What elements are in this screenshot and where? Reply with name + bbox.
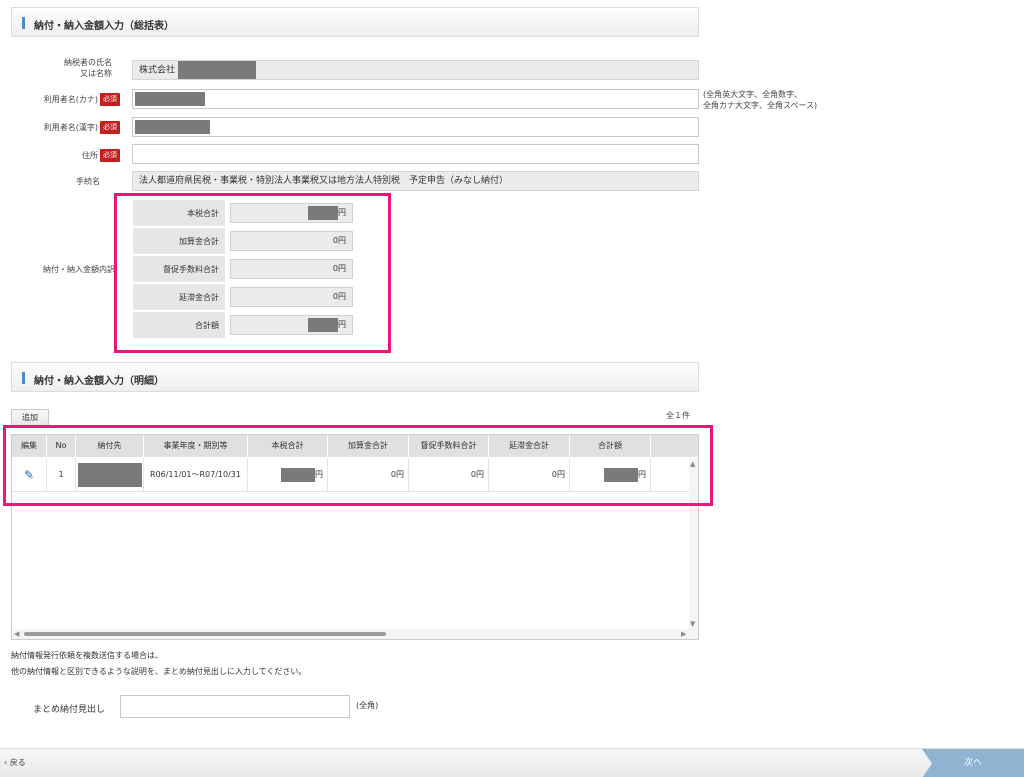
horizontal-scroll-thumb[interactable] (24, 632, 386, 636)
redacted-block (135, 120, 210, 134)
user-kanji-label-text: 利用者名(漢字) (43, 123, 98, 132)
horizontal-scrollbar[interactable]: ◀ ▶ (12, 629, 698, 639)
procedure-label: 手続名 (76, 177, 100, 186)
info-line1: 納付情報発行依頼を複数送信する場合は、 (11, 651, 163, 660)
highlight-frame-summary (114, 193, 391, 353)
user-kana-label: 利用者名(カナ) 必須 (0, 93, 120, 106)
section-accent-bar (22, 17, 25, 29)
kana-note-line1: (全角英大文字、全角数字、 (703, 90, 803, 99)
address-label: 住所 必須 (0, 149, 120, 162)
matome-label: まとめ納付見出し (33, 705, 106, 715)
back-label: 戻る (9, 758, 26, 767)
info-text: 納付情報発行依頼を複数送信する場合は、 他の納付情報と区別できるような説明を、ま… (11, 648, 306, 680)
user-kanji-label: 利用者名(漢字) 必須 (0, 121, 120, 134)
taxpayer-value: 株式会社 (139, 65, 176, 76)
user-kana-label-text: 利用者名(カナ) (43, 95, 98, 104)
next-button[interactable]: 次へ (922, 749, 1024, 777)
section-accent-bar (22, 372, 25, 384)
kana-input-note: (全角英大文字、全角数字、 全角カナ大文字、全角スペース) (703, 89, 817, 111)
detail-section-title: 納付・納入金額入力（明細） (34, 376, 164, 387)
required-badge: 必須 (100, 93, 120, 106)
summary-section-header: 納付・納入金額入力（総括表） (11, 7, 699, 37)
required-badge: 必須 (100, 121, 120, 134)
detail-section-header: 納付・納入金額入力（明細） (11, 362, 699, 392)
redacted-block (177, 61, 256, 79)
footer-bar: ‹ 戻る 次へ (0, 748, 1024, 777)
record-count: 全１件 (666, 411, 690, 420)
address-label-text: 住所 (82, 151, 98, 160)
summary-section-title: 納付・納入金額入力（総括表） (34, 21, 174, 32)
taxpayer-label: 納税者の氏名 又は名称 (12, 57, 112, 79)
matome-note: (全角) (356, 701, 379, 710)
taxpayer-label-text: 納税者の氏名 又は名称 (64, 58, 112, 78)
redacted-block (135, 92, 205, 106)
back-button[interactable]: ‹ 戻る (4, 757, 26, 768)
taxpayer-field: 株式会社 (132, 60, 699, 80)
chevron-left-icon: ‹ (4, 758, 8, 767)
breakdown-label: 納付・納入金額内訳 (43, 265, 115, 274)
matome-input[interactable] (120, 695, 350, 718)
user-kana-input[interactable] (132, 89, 699, 109)
address-input[interactable] (132, 144, 699, 164)
user-kanji-input[interactable] (132, 117, 699, 137)
procedure-field: 法人都道府県民税・事業税・特別法人事業税又は地方法人特別税 予定申告（みなし納付… (132, 171, 699, 191)
required-badge: 必須 (100, 149, 120, 162)
scroll-right-icon[interactable]: ▶ (681, 630, 686, 638)
scroll-left-icon[interactable]: ◀ (14, 630, 19, 638)
kana-note-line2: 全角カナ大文字、全角スペース) (703, 101, 818, 110)
highlight-frame-detail (3, 425, 713, 506)
scroll-down-icon[interactable]: ▼ (690, 620, 695, 628)
add-button[interactable]: 追加 (11, 409, 49, 426)
info-line2: 他の納付情報と区別できるような説明を、まとめ納付見出しに入力してください。 (11, 667, 307, 676)
